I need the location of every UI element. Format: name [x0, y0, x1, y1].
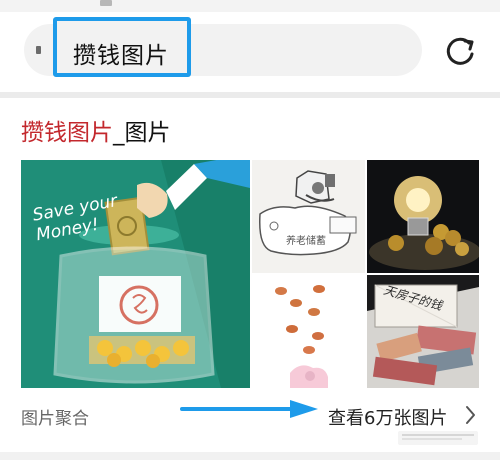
section-divider — [0, 92, 500, 98]
section-title[interactable]: 攒钱图片_图片 — [21, 113, 171, 147]
annotation-arrow — [180, 400, 318, 418]
piggy-cartoon-illustration — [252, 160, 365, 273]
watermark-mark — [398, 431, 478, 445]
image-aggregation-label: 图片聚合 — [21, 409, 89, 429]
image-save-money[interactable]: Save your Money! — [21, 160, 250, 388]
coins-illustration — [252, 275, 365, 388]
section-title-suffix: _图片 — [113, 120, 171, 146]
image-grid: Save your Money! 养老储蓄 天房子的钱 — [21, 160, 479, 388]
bottom-divider — [0, 452, 500, 460]
image-coins-piggy[interactable] — [252, 275, 365, 388]
refresh-icon[interactable] — [444, 34, 478, 68]
save-money-illustration — [21, 160, 250, 388]
status-stub — [100, 0, 112, 6]
image-piggy-cartoon[interactable]: 养老储蓄 — [252, 160, 365, 273]
lightbulb-illustration — [367, 160, 479, 273]
image-lightbulb-coins[interactable] — [367, 160, 479, 273]
search-query-text[interactable]: 攒钱图片 — [73, 36, 169, 70]
image-money-house[interactable]: 天房子的钱 — [367, 275, 479, 388]
view-more-images-link[interactable]: 查看6万张图片 — [328, 404, 447, 430]
piggy-label-text: 养老储蓄 — [286, 236, 326, 247]
search-indicator-icon — [36, 46, 41, 54]
chevron-right-icon[interactable] — [465, 404, 477, 426]
section-title-highlight: 攒钱图片 — [21, 120, 113, 146]
status-strip — [0, 0, 500, 12]
